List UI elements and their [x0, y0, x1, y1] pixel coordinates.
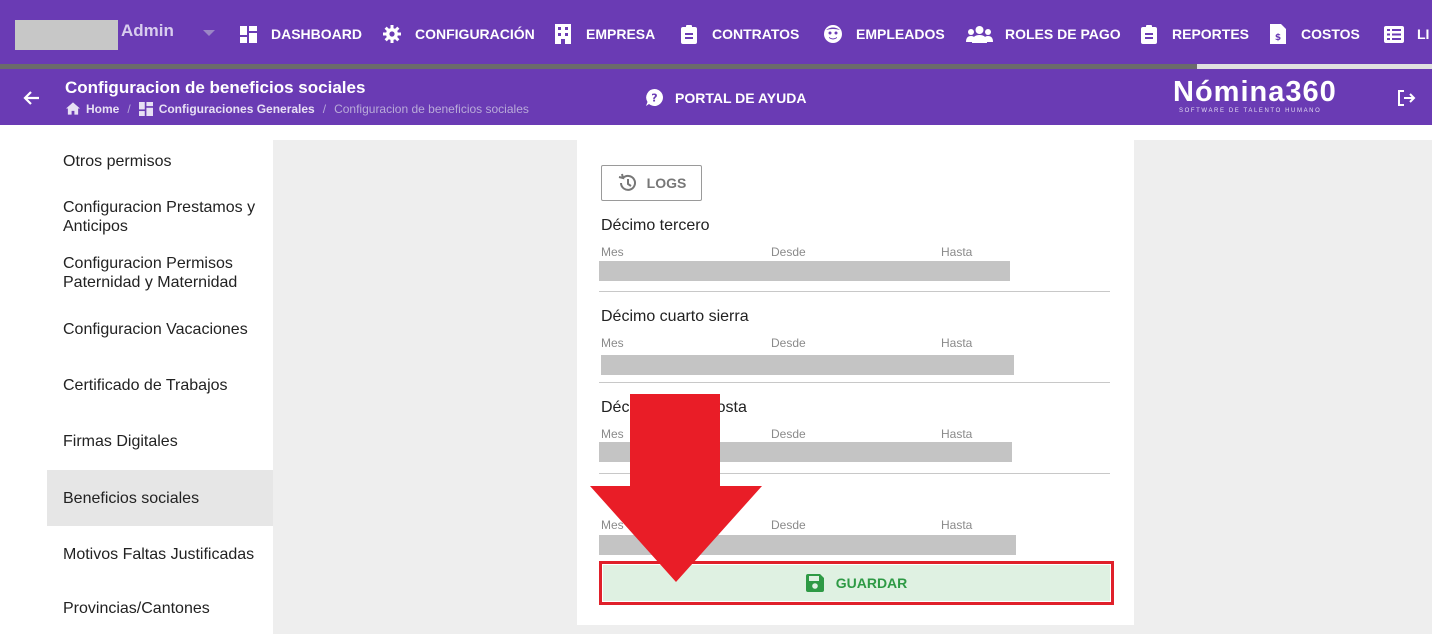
column-hasta-label: Hasta	[941, 336, 973, 350]
logs-button[interactable]: LOGS	[601, 165, 702, 201]
nav-reportes[interactable]: REPORTES	[1138, 0, 1249, 68]
column-hasta-label: Hasta	[941, 427, 973, 441]
sidebar-item-label: Motivos Faltas Justificadas	[63, 545, 255, 563]
home-icon	[66, 102, 80, 116]
company-logo-placeholder	[15, 20, 118, 50]
column-desde-label: Desde	[771, 427, 806, 441]
column-hasta-label: Hasta	[941, 518, 973, 532]
help-portal-link[interactable]: ? PORTAL DE AYUDA	[646, 89, 806, 106]
sidebar-item-paternidad[interactable]: Configuracion Permisos Paternidad y Mate…	[47, 245, 273, 301]
section-title: Décimo cuarto costa	[601, 399, 747, 416]
sidebar-item-beneficios[interactable]: Beneficios sociales	[47, 470, 273, 526]
sidebar-item-label: Configuracion Permisos Paternidad y Mate…	[63, 255, 238, 291]
nav-empleados[interactable]: EMPLEADOS	[822, 0, 945, 68]
svg-text:?: ?	[651, 92, 657, 105]
nav-dashboard[interactable]: DASHBOARD	[237, 0, 362, 68]
breadcrumb: Home / Configuraciones Generales / Confi…	[66, 102, 529, 116]
section-divider	[599, 382, 1110, 383]
breadcrumb-separator: /	[322, 102, 327, 116]
nav-empresa-label: EMPRESA	[586, 26, 656, 42]
nav-contratos[interactable]: CONTRATOS	[678, 0, 799, 68]
nav-empleados-label: EMPLEADOS	[856, 26, 945, 42]
face-icon	[822, 23, 844, 45]
breadcrumb-section[interactable]: Configuraciones Generales	[159, 102, 315, 116]
user-menu[interactable]: Admin	[121, 21, 174, 41]
nav-costos-label: COSTOS	[1301, 26, 1360, 42]
nav-configuracion-label: CONFIGURACIÓN	[415, 26, 535, 42]
sidebar-item-provincias[interactable]: Provincias/Cantones	[47, 582, 273, 634]
svg-text:$: $	[1275, 33, 1281, 43]
column-desde-label: Desde	[771, 518, 806, 532]
brand-logo: Nómina360	[1173, 76, 1337, 108]
section-title: Décimo tercero	[601, 217, 710, 234]
dashboard-icon	[237, 23, 259, 45]
settings-sidebar: Otros permisos Configuracion Prestamos y…	[47, 125, 273, 634]
sidebar-item-label: Otros permisos	[63, 152, 172, 170]
section-title: Décimo cuarto sierra	[601, 308, 749, 325]
sidebar-item-label: Provincias/Cantones	[63, 599, 210, 617]
sidebar-item-label: Configuracion Vacaciones	[63, 320, 248, 338]
sidebar-item-label: Firmas Digitales	[63, 432, 178, 450]
sidebar-item-certificado[interactable]: Certificado de Trabajos	[47, 357, 273, 413]
chevron-down-icon[interactable]	[203, 30, 215, 36]
column-desde-label: Desde	[771, 336, 806, 350]
save-label: GUARDAR	[835, 575, 908, 591]
nav-reportes-label: REPORTES	[1172, 26, 1250, 42]
sidebar-item-otros-permisos[interactable]: Otros permisos	[47, 133, 273, 189]
sidebar-item-prestamos[interactable]: Configuracion Prestamos y Anticipos	[47, 189, 273, 245]
column-mes-label: Mes	[601, 427, 624, 441]
clipboard-list-icon	[1138, 23, 1160, 45]
sidebar-item-vacaciones[interactable]: Configuracion Vacaciones	[47, 301, 273, 357]
history-icon	[617, 173, 637, 193]
breadcrumb-separator: /	[127, 102, 131, 116]
column-mes-label: Mes	[601, 336, 624, 350]
floppy-disk-icon	[805, 574, 824, 592]
sidebar-item-label: Configuracion Prestamos y Anticipos	[63, 199, 256, 235]
sidebar-item-firmas[interactable]: Firmas Digitales	[47, 413, 273, 469]
nav-roles-de-pago-label: ROLES DE PAGO	[1005, 26, 1121, 42]
clipboard-icon	[678, 23, 700, 45]
redacted-fields[interactable]	[599, 442, 1012, 462]
users-icon	[966, 23, 993, 45]
nav-contratos-label: CONTRATOS	[712, 26, 800, 42]
gear-icon	[381, 23, 403, 45]
redacted-fields[interactable]	[601, 355, 1014, 375]
column-mes-label: Mes	[601, 518, 624, 532]
nav-li-label: LI	[1417, 26, 1430, 42]
breadcrumb-current: Configuracion de beneficios sociales	[334, 102, 529, 116]
nav-dashboard-label: DASHBOARD	[271, 26, 362, 42]
sidebar-item-label: Beneficios sociales	[63, 489, 200, 507]
save-button[interactable]: GUARDAR	[603, 565, 1110, 601]
sidebar-item-faltas[interactable]: Motivos Faltas Justificadas	[47, 526, 273, 582]
nav-empresa[interactable]: EMPRESA	[552, 0, 655, 68]
sidebar-item-label: Certificado de Trabajos	[63, 376, 228, 394]
back-arrow-icon[interactable]	[22, 88, 42, 108]
breadcrumb-home[interactable]: Home	[86, 102, 119, 116]
page-title: Configuracion de beneficios sociales	[65, 78, 366, 97]
column-desde-label: Desde	[771, 245, 806, 259]
nav-roles-de-pago[interactable]: ROLES DE PAGO	[966, 0, 1121, 68]
list-icon	[1383, 23, 1405, 45]
nav-costos[interactable]: $ COSTOS	[1267, 0, 1360, 68]
brand-tagline: SOFTWARE DE TALENTO HUMANO	[1179, 108, 1322, 114]
section-divider	[599, 291, 1110, 292]
nav-li[interactable]: LI	[1383, 0, 1429, 68]
file-dollar-icon: $	[1267, 23, 1289, 45]
building-icon	[552, 23, 574, 45]
dashboard-icon	[138, 102, 153, 116]
section-divider	[599, 473, 1110, 474]
column-hasta-label: Hasta	[941, 245, 973, 259]
column-mes-label: Mes	[601, 245, 624, 259]
help-label: PORTAL DE AYUDA	[675, 89, 807, 106]
redacted-fields[interactable]	[599, 535, 1016, 555]
help-icon: ?	[646, 89, 663, 106]
redacted-fields[interactable]	[599, 261, 1010, 281]
nav-configuracion[interactable]: CONFIGURACIÓN	[381, 0, 535, 68]
logout-icon[interactable]	[1396, 88, 1416, 108]
logs-label: LOGS	[646, 175, 687, 191]
